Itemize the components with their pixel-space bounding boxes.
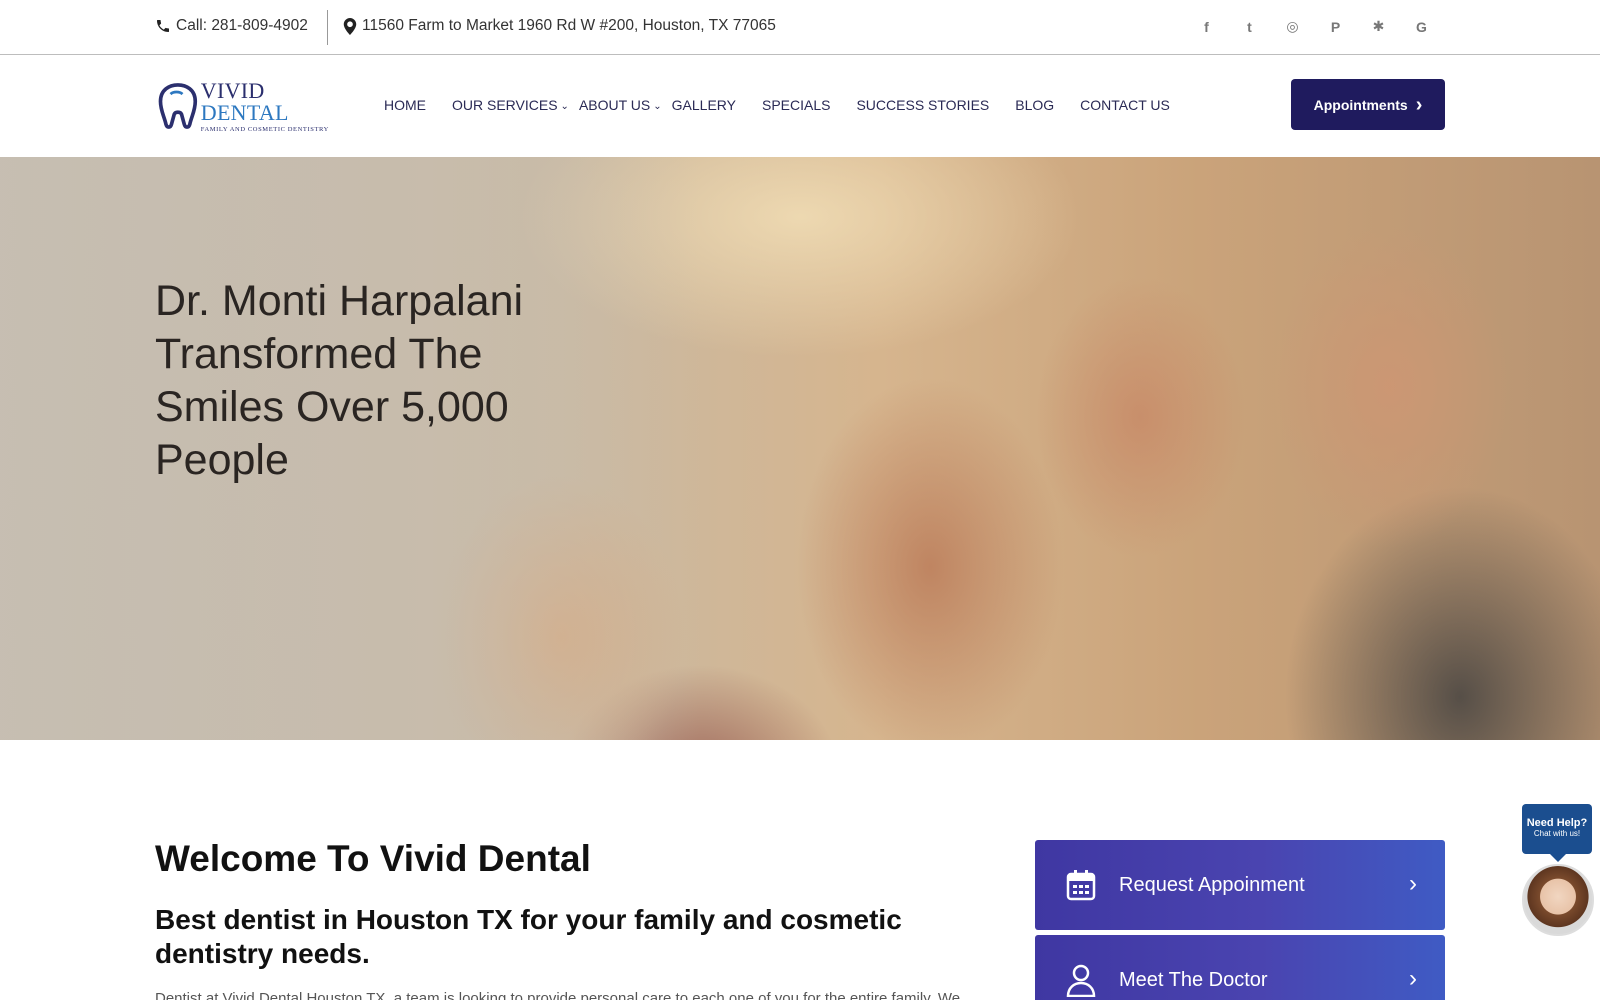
main-nav: VIVID DENTAL FAMILY AND COSMETIC DENTIST… (0, 55, 1600, 157)
nav-item-gallery[interactable]: GALLERY (672, 97, 736, 113)
nav-item-specials[interactable]: SPECIALS (762, 97, 830, 113)
request-appointment-label: Request Appoinment (1119, 873, 1305, 896)
nav-item-contact-us[interactable]: CONTACT US (1080, 97, 1170, 113)
meet-the-doctor-card[interactable]: Meet The Doctor › (1035, 935, 1445, 1000)
phone-icon (157, 20, 169, 32)
hero-banner: Dr. Monti Harpalani Transformed The Smil… (0, 157, 1600, 740)
top-bar: Call: 281-809-4902 11560 Farm to Market … (0, 0, 1600, 55)
user-icon (1063, 962, 1099, 998)
request-appointment-card[interactable]: Request Appoinment › (1035, 840, 1445, 930)
chevron-down-icon: ⌄ (560, 100, 569, 112)
welcome-title: Welcome To Vivid Dental (155, 838, 591, 879)
address-link[interactable]: 11560 Farm to Market 1960 Rd W #200, Hou… (343, 17, 776, 35)
hero-headline: Dr. Monti Harpalani Transformed The Smil… (155, 277, 524, 484)
instagram-icon[interactable]: ◎ (1282, 16, 1303, 37)
nav-item-label: ABOUT US (578, 97, 651, 113)
nav-item-label: OUR SERVICES (452, 97, 558, 113)
yelp-icon[interactable]: ✱ (1368, 16, 1389, 37)
nav-item-home[interactable]: HOME (384, 97, 426, 113)
chevron-right-icon: › (1409, 965, 1417, 992)
twitter-icon[interactable]: t (1239, 16, 1260, 37)
appointments-label: Appointments (1313, 96, 1408, 113)
google-icon[interactable]: G (1411, 16, 1432, 37)
logo-brand: VIVID DENTAL (200, 79, 345, 125)
nav-item-label: GALLERY (671, 97, 736, 113)
welcome-body: Dentist at Vivid Dental Houston TX, a te… (155, 990, 961, 1000)
chat-bubble-tail (1550, 854, 1566, 862)
site-logo[interactable]: VIVID DENTAL FAMILY AND COSMETIC DENTIST… (155, 79, 345, 133)
phone-text: Call: 281-809-4902 (176, 17, 308, 34)
chevron-right-icon: › (1409, 870, 1417, 897)
nav-item-label: SUCCESS STORIES (856, 97, 990, 113)
map-pin-icon (343, 17, 357, 35)
nav-item-label: SPECIALS (761, 97, 831, 113)
welcome-subtitle: Best dentist in Houston TX for your fami… (155, 904, 902, 969)
facebook-icon[interactable]: f (1196, 16, 1217, 37)
chat-line-2: Chat with us! (1533, 829, 1581, 838)
chevron-down-icon: ⌄ (653, 100, 662, 112)
nav-item-label: HOME (384, 97, 426, 113)
nav-item-blog[interactable]: BLOG (1015, 97, 1054, 113)
chat-agent-avatar[interactable] (1522, 864, 1594, 936)
address-text: 11560 Farm to Market 1960 Rd W #200, Hou… (362, 17, 776, 34)
logo-tagline: FAMILY AND COSMETIC DENTISTRY (200, 125, 329, 133)
chevron-right-icon: › (1415, 93, 1423, 116)
appointments-button[interactable]: Appointments › (1291, 79, 1445, 130)
meet-the-doctor-label: Meet The Doctor (1119, 968, 1268, 991)
topbar-divider (327, 10, 328, 45)
nav-item-success-stories[interactable]: SUCCESS STORIES (856, 97, 989, 113)
nav-item-label: BLOG (1015, 97, 1055, 113)
chat-bubble[interactable]: Need Help? Chat with us! (1522, 804, 1592, 854)
calendar-icon (1063, 867, 1099, 903)
phone-link[interactable]: Call: 281-809-4902 (155, 17, 308, 35)
pinterest-icon[interactable]: P (1325, 16, 1346, 37)
chat-line-1: Need Help? (1526, 817, 1588, 829)
social-links: f t ◎ P ✱ G (1196, 16, 1432, 37)
tooth-logo-icon (158, 83, 198, 129)
nav-item-about-us[interactable]: ABOUT US ⌄ (579, 97, 662, 113)
logo-brand-dental: DENTAL (200, 99, 289, 125)
nav-menu: HOME OUR SERVICES ⌄ ABOUT US ⌄ GALLERY SPE… (384, 97, 1196, 113)
chat-widget[interactable]: Need Help? Chat with us! (1522, 804, 1594, 936)
nav-item-label: CONTACT US (1080, 97, 1170, 113)
nav-item-our-services[interactable]: OUR SERVICES ⌄ (452, 97, 569, 113)
